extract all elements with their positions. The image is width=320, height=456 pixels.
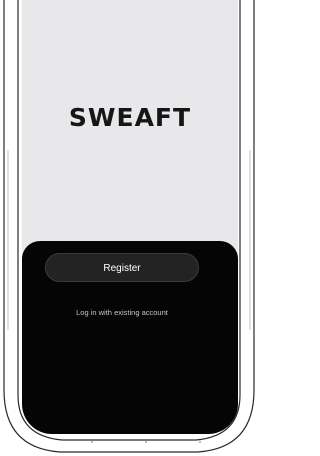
login-existing-account-link[interactable]: Log in with existing account	[22, 308, 222, 317]
app-screen: SWEAFT Register Log in with existing acc…	[22, 0, 238, 434]
auth-sheet: Register Log in with existing account	[22, 241, 238, 434]
brand-logo: SWEAFT	[68, 103, 192, 132]
register-button[interactable]: Register	[45, 253, 199, 282]
